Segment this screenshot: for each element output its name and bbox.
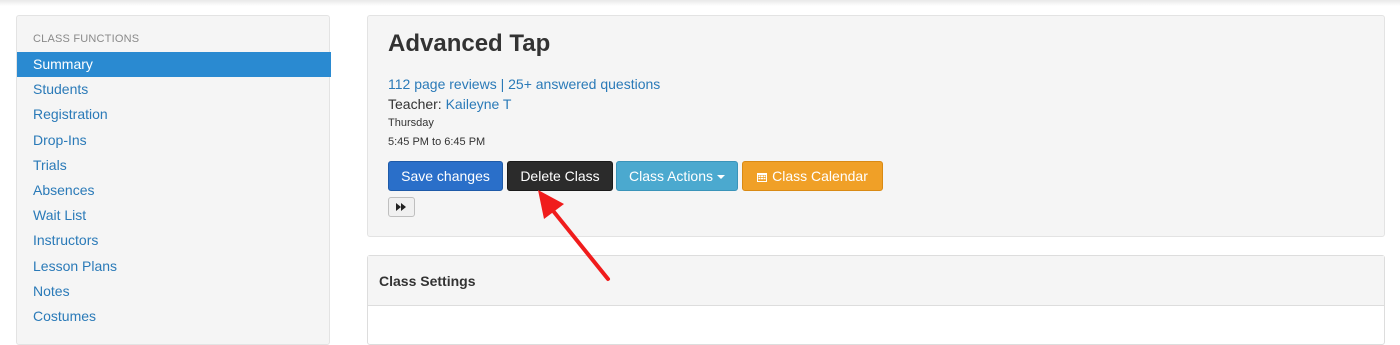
reviews-line: 112 page reviews | 25+ answered question… xyxy=(388,76,660,92)
class-calendar-label: Class Calendar xyxy=(772,168,868,184)
calendar-icon xyxy=(757,173,768,182)
fast-forward-button[interactable] xyxy=(388,197,415,217)
reviews-separator: | xyxy=(496,76,509,92)
sidebar-item-notes[interactable]: Notes xyxy=(17,279,331,304)
sidebar-item-absences[interactable]: Absences xyxy=(17,178,331,203)
sidebar-list: Summary Students Registration Drop-Ins T… xyxy=(17,52,331,329)
fast-forward-icon xyxy=(396,203,406,211)
sidebar-item-costumes[interactable]: Costumes xyxy=(17,304,331,329)
teacher-line: Teacher: Kaileyne T xyxy=(388,96,512,112)
sidebar-item-trials[interactable]: Trials xyxy=(17,153,331,178)
class-actions-button[interactable]: Class Actions xyxy=(616,161,738,191)
class-calendar-button[interactable]: Class Calendar xyxy=(742,161,883,191)
class-day: Thursday xyxy=(388,117,434,129)
teacher-name-link[interactable]: Kaileyne T xyxy=(446,96,512,112)
top-shadow-bar xyxy=(0,0,1400,6)
class-settings-header: Class Settings xyxy=(368,256,1384,306)
sidebar-item-lesson-plans[interactable]: Lesson Plans xyxy=(17,254,331,279)
caret-down-icon xyxy=(717,175,726,180)
teacher-label: Teacher: xyxy=(388,96,446,112)
annotation-arrow-icon xyxy=(538,190,610,281)
save-changes-button[interactable]: Save changes xyxy=(388,161,503,191)
sidebar-item-summary[interactable]: Summary xyxy=(17,52,331,78)
class-actions-label: Class Actions xyxy=(628,168,714,184)
class-functions-sidebar: CLASS FUNCTIONS Summary Students Registr… xyxy=(16,15,331,345)
class-settings-title: Class Settings xyxy=(379,273,476,289)
sidebar-item-instructors[interactable]: Instructors xyxy=(17,228,331,253)
sidebar-item-drop-ins[interactable]: Drop-Ins xyxy=(17,128,331,153)
answered-questions-link[interactable]: 25+ answered questions xyxy=(508,76,660,92)
page-reviews-link[interactable]: 112 page reviews xyxy=(388,76,497,92)
sidebar-item-registration[interactable]: Registration xyxy=(17,102,331,127)
sidebar-item-students[interactable]: Students xyxy=(17,77,331,102)
class-time: 5:45 PM to 6:45 PM xyxy=(388,136,486,148)
sidebar-header: CLASS FUNCTIONS xyxy=(33,33,140,45)
sidebar-item-wait-list[interactable]: Wait List xyxy=(17,203,331,228)
class-summary-card: Advanced Tap 112 page reviews | 25+ answ… xyxy=(367,15,1385,237)
class-settings-panel: Class Settings xyxy=(367,255,1385,345)
class-title: Advanced Tap xyxy=(388,30,551,57)
